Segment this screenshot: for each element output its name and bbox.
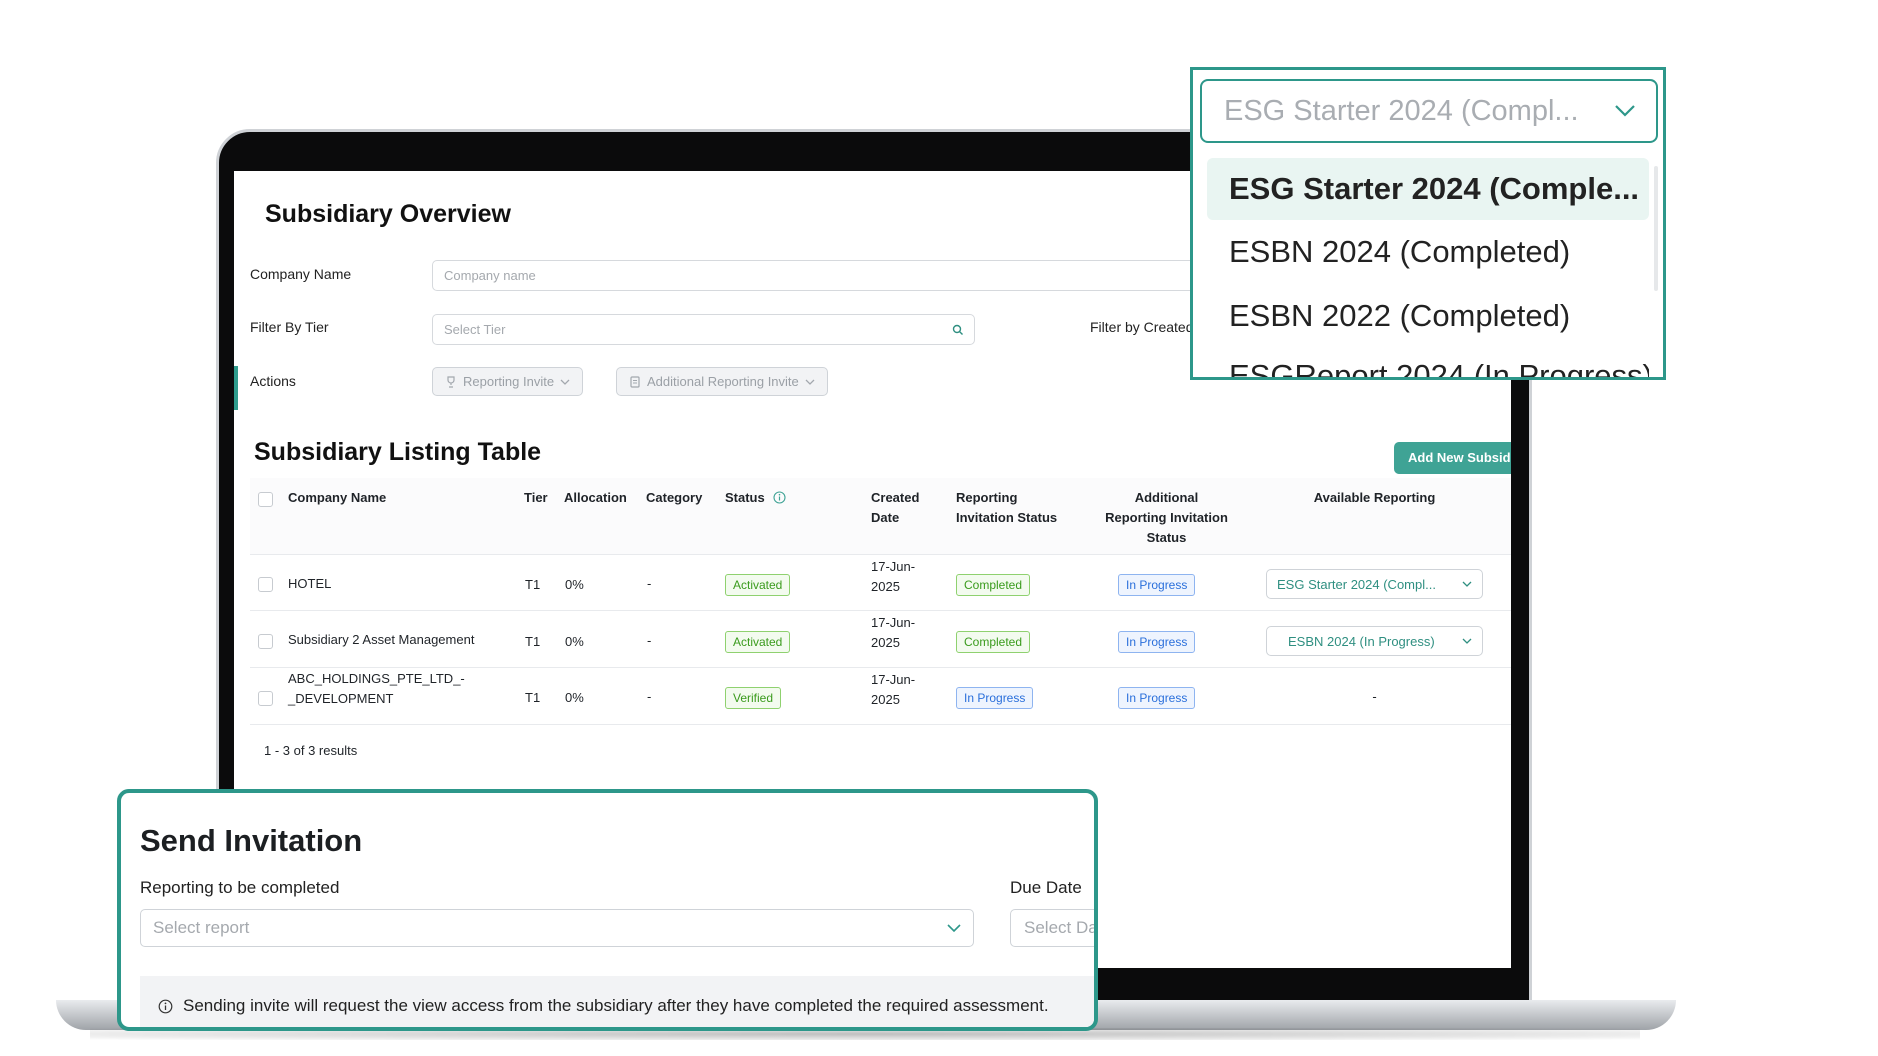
col-category: Category [646, 490, 703, 505]
company-name-label: Company Name [250, 266, 352, 282]
additional-status-badge: In Progress [1118, 687, 1196, 709]
search-icon [952, 324, 963, 335]
col-status: Status [725, 488, 786, 508]
report-label: Reporting to be completed [140, 878, 340, 897]
row-date-line1: 17-Jun- [871, 672, 916, 687]
invitation-note-text: Sending invite will request the view acc… [183, 996, 1049, 1015]
reporting-status-badge: Completed [956, 574, 1031, 596]
document-icon [630, 375, 640, 388]
row-date-line2: 2025 [871, 635, 900, 650]
chevron-down-icon [1462, 581, 1472, 587]
row-company-line1[interactable]: ABC_HOLDINGS_PTE_LTD_- [288, 669, 465, 689]
due-date-label: Due Date [1010, 878, 1082, 897]
dropdown-option[interactable]: ESG Starter 2024 (Comple... [1207, 158, 1649, 220]
row-divider [250, 610, 1511, 611]
row-divider [250, 667, 1511, 668]
available-reporting-value: ESBN 2024 (In Progress) [1288, 633, 1435, 649]
col-additional-status: Additional Reporting Invitation Status [1105, 490, 1228, 545]
chevron-down-icon [805, 379, 815, 385]
reporting-dropdown-input[interactable]: ESG Starter 2024 (Compl... [1200, 79, 1658, 143]
col-allocation: Allocation [564, 490, 627, 505]
dropdown-scrollbar[interactable] [1654, 166, 1658, 291]
chevron-down-icon [1615, 105, 1635, 117]
dropdown-option[interactable]: ESGReport 2024 (In Progress) [1207, 345, 1649, 377]
row-tier: T1 [525, 577, 541, 592]
reporting-status-badge: Completed [956, 631, 1031, 653]
trophy-icon [447, 375, 455, 388]
row-tier: T1 [525, 690, 541, 705]
row-allocation: 0% [565, 577, 584, 592]
row-date-line1: 17-Jun- [871, 615, 916, 630]
reporting-dropdown-popover: ESG Starter 2024 (Compl... ESG Starter 2… [1190, 67, 1666, 380]
row-checkbox[interactable] [258, 577, 273, 592]
row-checkbox[interactable] [258, 634, 273, 649]
chevron-down-icon [560, 379, 570, 385]
available-reporting-value: - [1372, 689, 1377, 704]
additional-status-badge: In Progress [1118, 631, 1196, 653]
row-company[interactable]: HOTEL [288, 574, 331, 594]
row-divider [250, 724, 1511, 725]
row-category: - [647, 576, 652, 591]
additional-invite-button[interactable]: Additional Reporting Invite [616, 367, 828, 396]
col-tier: Tier [524, 490, 548, 505]
report-select[interactable]: Select report [140, 909, 974, 947]
row-company[interactable]: Subsidiary 2 Asset Management [288, 630, 474, 650]
reporting-invite-button[interactable]: Reporting Invite [432, 367, 584, 396]
invitation-title: Send Invitation [140, 823, 363, 858]
row-company-line2[interactable]: _DEVELOPMENT [288, 689, 393, 709]
listing-title: Subsidiary Listing Table [254, 438, 542, 466]
row-allocation: 0% [565, 634, 584, 649]
info-icon[interactable] [773, 491, 786, 504]
row-category: - [647, 633, 652, 648]
row-tier: T1 [525, 634, 541, 649]
chevron-down-icon [947, 923, 961, 932]
info-icon [158, 999, 173, 1013]
row-checkbox[interactable] [258, 691, 273, 706]
col-available: Available Reporting [1313, 490, 1436, 505]
col-reporting-status: Reporting Invitation Status [956, 490, 1058, 525]
status-badge: Verified [725, 687, 782, 709]
row-date-line2: 2025 [871, 579, 900, 594]
reporting-invite-label: Reporting Invite [463, 374, 555, 389]
dropdown-selected-value: ESG Starter 2024 (Compl... [1224, 94, 1579, 127]
filter-tier-placeholder: Select Tier [444, 322, 506, 337]
status-badge: Activated [725, 574, 791, 596]
report-select-placeholder: Select report [153, 918, 250, 937]
row-category: - [647, 689, 652, 704]
dropdown-option[interactable]: ESBN 2024 (Completed) [1207, 221, 1649, 283]
filter-tier-select[interactable]: Select Tier [432, 314, 975, 345]
due-date-input[interactable]: Select Date [1010, 909, 1094, 947]
filter-created-label: Filter by Created [1090, 319, 1194, 335]
additional-invite-label: Additional Reporting Invite [647, 374, 799, 389]
chevron-down-icon [1462, 638, 1472, 644]
results-count: 1 - 3 of 3 results [264, 743, 358, 758]
row-date-line2: 2025 [871, 692, 900, 707]
row-divider [250, 554, 1511, 555]
row-date-line1: 17-Jun- [871, 559, 916, 574]
actions-label: Actions [250, 373, 296, 389]
reporting-status-badge: In Progress [956, 687, 1034, 709]
status-badge: Activated [725, 631, 791, 653]
row-allocation: 0% [565, 690, 584, 705]
invitation-info-note: Sending invite will request the view acc… [140, 976, 1094, 1027]
available-reporting-value: ESG Starter 2024 (Compl... [1277, 576, 1436, 592]
active-row-indicator [234, 366, 238, 410]
send-invitation-card: Send Invitation Reporting to be complete… [117, 789, 1098, 1031]
filter-tier-label: Filter By Tier [250, 319, 329, 335]
col-status-label: Status [725, 490, 765, 505]
add-subsidiary-button[interactable]: Add New Subsidiary [1394, 442, 1511, 474]
available-reporting-select[interactable]: ESG Starter 2024 (Compl... [1266, 569, 1483, 599]
col-company: Company Name [288, 490, 387, 505]
available-reporting-select[interactable]: ESBN 2024 (In Progress) [1266, 626, 1483, 656]
dropdown-option[interactable]: ESBN 2022 (Completed) [1207, 285, 1649, 347]
page-title: Subsidiary Overview [265, 200, 511, 228]
select-all-checkbox[interactable] [258, 492, 273, 507]
col-created: Created Date [871, 490, 920, 525]
additional-status-badge: In Progress [1118, 574, 1196, 596]
